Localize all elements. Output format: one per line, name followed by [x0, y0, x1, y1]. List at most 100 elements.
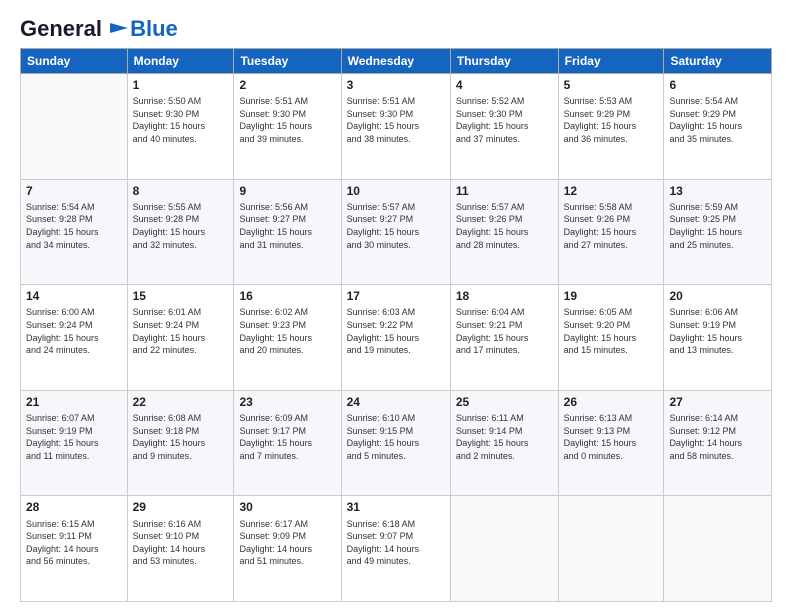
calendar-week-4: 21 Sunrise: 6:07 AM Sunset: 9:19 PM Dayli…	[21, 390, 772, 496]
calendar-week-1: 1 Sunrise: 5:50 AM Sunset: 9:30 PM Daylig…	[21, 74, 772, 180]
calendar-cell	[664, 496, 772, 602]
day-info: Sunrise: 6:13 AM Sunset: 9:13 PM Dayligh…	[564, 412, 659, 462]
calendar-cell: 6 Sunrise: 5:54 AM Sunset: 9:29 PM Daylig…	[664, 74, 772, 180]
day-number: 11	[456, 183, 553, 199]
day-info: Sunrise: 6:15 AM Sunset: 9:11 PM Dayligh…	[26, 518, 122, 568]
day-info: Sunrise: 5:54 AM Sunset: 9:29 PM Dayligh…	[669, 95, 766, 145]
calendar-cell: 21 Sunrise: 6:07 AM Sunset: 9:19 PM Dayli…	[21, 390, 128, 496]
day-info: Sunrise: 6:14 AM Sunset: 9:12 PM Dayligh…	[669, 412, 766, 462]
day-number: 30	[239, 499, 335, 515]
day-info: Sunrise: 6:07 AM Sunset: 9:19 PM Dayligh…	[26, 412, 122, 462]
day-number: 10	[347, 183, 445, 199]
day-number: 2	[239, 77, 335, 93]
day-number: 29	[133, 499, 229, 515]
col-header-sunday: Sunday	[21, 49, 128, 74]
day-number: 15	[133, 288, 229, 304]
calendar-cell: 3Sunrise: 5:51 AM Sunset: 9:30 PM Daylig…	[341, 74, 450, 180]
day-number: 3	[347, 77, 445, 93]
calendar-cell: 28 Sunrise: 6:15 AM Sunset: 9:11 PM Dayli…	[21, 496, 128, 602]
calendar-cell: 1 Sunrise: 5:50 AM Sunset: 9:30 PM Daylig…	[127, 74, 234, 180]
calendar-cell	[21, 74, 128, 180]
calendar-cell: 27 Sunrise: 6:14 AM Sunset: 9:12 PM Dayli…	[664, 390, 772, 496]
day-info: Sunrise: 6:18 AM Sunset: 9:07 PM Dayligh…	[347, 518, 445, 568]
calendar-cell: 5Sunrise: 5:53 AM Sunset: 9:29 PM Daylig…	[558, 74, 664, 180]
day-number: 7	[26, 183, 122, 199]
calendar-cell: 16 Sunrise: 6:02 AM Sunset: 9:23 PM Dayli…	[234, 285, 341, 391]
day-info: Sunrise: 5:56 AM Sunset: 9:27 PM Dayligh…	[239, 201, 335, 251]
day-info: Sunrise: 6:01 AM Sunset: 9:24 PM Dayligh…	[133, 306, 229, 356]
calendar-table: SundayMondayTuesdayWednesdayThursdayFrid…	[20, 48, 772, 602]
calendar-week-3: 14 Sunrise: 6:00 AM Sunset: 9:24 PM Dayli…	[21, 285, 772, 391]
day-info: Sunrise: 5:50 AM Sunset: 9:30 PM Dayligh…	[133, 95, 229, 145]
day-info: Sunrise: 6:05 AM Sunset: 9:20 PM Dayligh…	[564, 306, 659, 356]
day-number: 24	[347, 394, 445, 410]
day-number: 1	[133, 77, 229, 93]
calendar-cell: 14 Sunrise: 6:00 AM Sunset: 9:24 PM Dayli…	[21, 285, 128, 391]
day-number: 23	[239, 394, 335, 410]
calendar-cell: 4Sunrise: 5:52 AM Sunset: 9:30 PM Daylig…	[450, 74, 558, 180]
day-info: Sunrise: 6:09 AM Sunset: 9:17 PM Dayligh…	[239, 412, 335, 462]
day-number: 9	[239, 183, 335, 199]
calendar-cell: 29 Sunrise: 6:16 AM Sunset: 9:10 PM Dayli…	[127, 496, 234, 602]
day-info: Sunrise: 5:55 AM Sunset: 9:28 PM Dayligh…	[133, 201, 229, 251]
calendar-cell: 12 Sunrise: 5:58 AM Sunset: 9:26 PM Dayli…	[558, 179, 664, 285]
day-number: 6	[669, 77, 766, 93]
day-info: Sunrise: 5:57 AM Sunset: 9:26 PM Dayligh…	[456, 201, 553, 251]
col-header-monday: Monday	[127, 49, 234, 74]
day-number: 5	[564, 77, 659, 93]
col-header-thursday: Thursday	[450, 49, 558, 74]
calendar-cell: 19 Sunrise: 6:05 AM Sunset: 9:20 PM Dayli…	[558, 285, 664, 391]
day-number: 8	[133, 183, 229, 199]
calendar-cell: 23 Sunrise: 6:09 AM Sunset: 9:17 PM Dayli…	[234, 390, 341, 496]
day-number: 27	[669, 394, 766, 410]
calendar-cell: 17Sunrise: 6:03 AM Sunset: 9:22 PM Dayli…	[341, 285, 450, 391]
day-number: 16	[239, 288, 335, 304]
calendar-cell	[558, 496, 664, 602]
day-number: 28	[26, 499, 122, 515]
day-number: 19	[564, 288, 659, 304]
calendar-week-5: 28 Sunrise: 6:15 AM Sunset: 9:11 PM Dayli…	[21, 496, 772, 602]
calendar-cell: 7Sunrise: 5:54 AM Sunset: 9:28 PM Daylig…	[21, 179, 128, 285]
day-info: Sunrise: 6:04 AM Sunset: 9:21 PM Dayligh…	[456, 306, 553, 356]
day-info: Sunrise: 6:16 AM Sunset: 9:10 PM Dayligh…	[133, 518, 229, 568]
day-number: 18	[456, 288, 553, 304]
day-number: 13	[669, 183, 766, 199]
calendar-cell: 24 Sunrise: 6:10 AM Sunset: 9:15 PM Dayli…	[341, 390, 450, 496]
day-info: Sunrise: 6:08 AM Sunset: 9:18 PM Dayligh…	[133, 412, 229, 462]
day-info: Sunrise: 6:17 AM Sunset: 9:09 PM Dayligh…	[239, 518, 335, 568]
calendar-week-2: 7Sunrise: 5:54 AM Sunset: 9:28 PM Daylig…	[21, 179, 772, 285]
calendar-cell: 10 Sunrise: 5:57 AM Sunset: 9:27 PM Dayli…	[341, 179, 450, 285]
day-number: 20	[669, 288, 766, 304]
col-header-friday: Friday	[558, 49, 664, 74]
calendar-cell: 31 Sunrise: 6:18 AM Sunset: 9:07 PM Dayli…	[341, 496, 450, 602]
day-number: 21	[26, 394, 122, 410]
calendar-cell: 15 Sunrise: 6:01 AM Sunset: 9:24 PM Dayli…	[127, 285, 234, 391]
calendar-header-row: SundayMondayTuesdayWednesdayThursdayFrid…	[21, 49, 772, 74]
day-info: Sunrise: 6:06 AM Sunset: 9:19 PM Dayligh…	[669, 306, 766, 356]
calendar-cell: 20 Sunrise: 6:06 AM Sunset: 9:19 PM Dayli…	[664, 285, 772, 391]
calendar-cell: 2Sunrise: 5:51 AM Sunset: 9:30 PM Daylig…	[234, 74, 341, 180]
day-info: Sunrise: 5:58 AM Sunset: 9:26 PM Dayligh…	[564, 201, 659, 251]
day-info: Sunrise: 6:11 AM Sunset: 9:14 PM Dayligh…	[456, 412, 553, 462]
logo-general: General	[20, 16, 102, 41]
col-header-wednesday: Wednesday	[341, 49, 450, 74]
calendar-cell	[450, 496, 558, 602]
day-info: Sunrise: 6:02 AM Sunset: 9:23 PM Dayligh…	[239, 306, 335, 356]
day-info: Sunrise: 5:59 AM Sunset: 9:25 PM Dayligh…	[669, 201, 766, 251]
calendar-cell: 26 Sunrise: 6:13 AM Sunset: 9:13 PM Dayli…	[558, 390, 664, 496]
day-info: Sunrise: 6:00 AM Sunset: 9:24 PM Dayligh…	[26, 306, 122, 356]
logo-blue: Blue	[130, 18, 178, 40]
col-header-tuesday: Tuesday	[234, 49, 341, 74]
day-info: Sunrise: 6:10 AM Sunset: 9:15 PM Dayligh…	[347, 412, 445, 462]
calendar-cell: 30 Sunrise: 6:17 AM Sunset: 9:09 PM Dayli…	[234, 496, 341, 602]
day-number: 25	[456, 394, 553, 410]
calendar-cell: 22Sunrise: 6:08 AM Sunset: 9:18 PM Dayli…	[127, 390, 234, 496]
day-number: 26	[564, 394, 659, 410]
day-number: 14	[26, 288, 122, 304]
col-header-saturday: Saturday	[664, 49, 772, 74]
day-info: Sunrise: 5:52 AM Sunset: 9:30 PM Dayligh…	[456, 95, 553, 145]
logo-flag-icon	[110, 23, 128, 37]
day-number: 12	[564, 183, 659, 199]
day-info: Sunrise: 5:57 AM Sunset: 9:27 PM Dayligh…	[347, 201, 445, 251]
day-number: 31	[347, 499, 445, 515]
